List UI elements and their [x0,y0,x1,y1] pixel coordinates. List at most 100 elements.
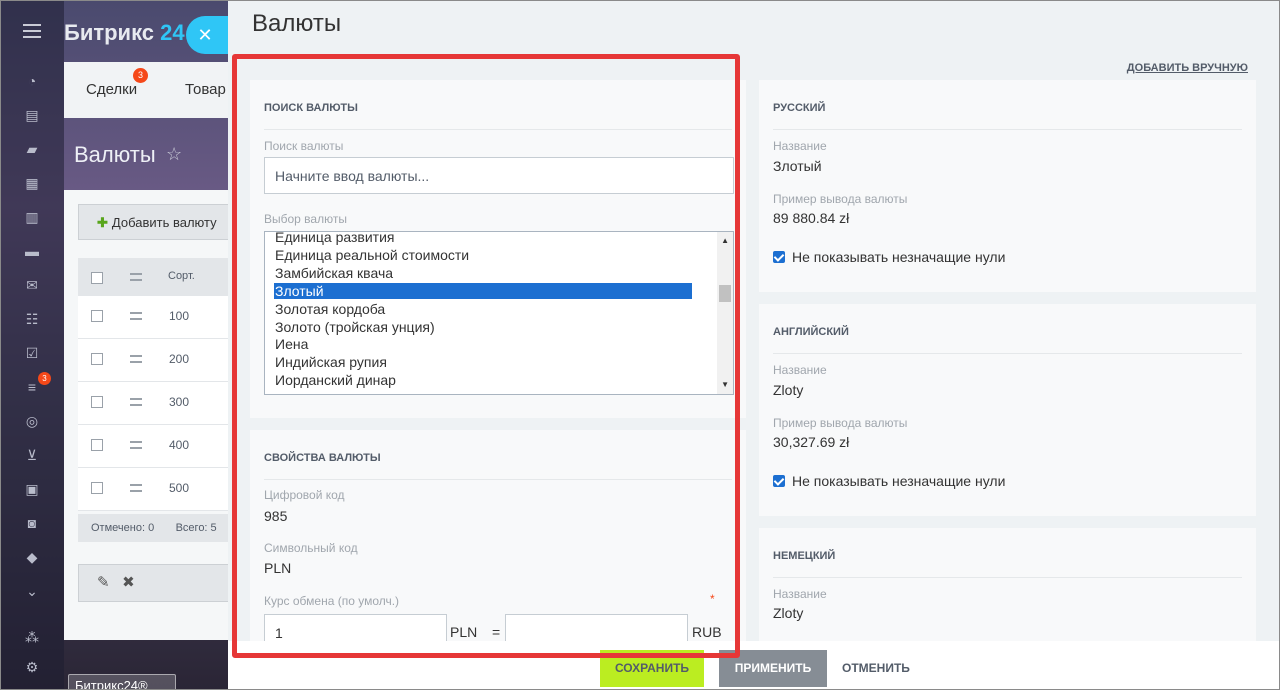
numeric-code-value: 985 [264,508,288,524]
lang-card-german: НЕМЕЦКИЙ Название Zloty [759,528,1256,648]
row-checkbox[interactable] [91,439,103,451]
lang-card-russian: РУССКИЙ Название Злотый Пример вывода ва… [759,80,1256,292]
table-row[interactable]: 300 [78,382,238,425]
row-checkbox[interactable] [91,353,103,365]
star-icon[interactable]: ☆ [166,144,182,165]
search-currency-card: ПОИСК ВАЛЮТЫ Поиск валюты Выбор валюты Е… [250,80,746,418]
feed-icon[interactable]: ◔ [24,74,40,88]
tasks-icon[interactable]: ▤ [24,108,40,122]
table-row[interactable]: 200 [78,339,238,382]
example-label: Пример вывода валюты [773,416,908,430]
close-slider-button[interactable]: ✕ [186,16,230,54]
equals-sign: = [492,624,501,640]
table-footer: Отмечено: 0 Всего: 5 [78,514,238,542]
rate-target-unit: RUB [692,624,722,640]
tab-deals[interactable]: Сделки [86,81,137,98]
lang-card-english: АНГЛИЙСКИЙ Название Zloty Пример вывода … [759,304,1256,516]
delete-icon[interactable]: ✖ [122,574,135,591]
list-item[interactable]: Золото (тройская унция) [275,319,435,335]
cancel-button[interactable]: ОТМЕНИТЬ [842,650,910,687]
lang-title: НЕМЕЦКИЙ [773,550,836,562]
calendar-icon[interactable]: ▦ [24,176,40,190]
row-menu-icon[interactable] [130,484,142,492]
table-row[interactable]: 400 [78,425,238,468]
sort-column-header[interactable]: Сорт. [168,270,195,282]
hide-zeros-checkbox[interactable] [773,475,785,487]
row-checkbox[interactable] [91,396,103,408]
select-label: Выбор валюты [264,212,347,226]
crm-icon[interactable]: ≡ [24,380,40,394]
symbol-code-label: Символьный код [264,541,358,555]
currency-select-list[interactable]: Единица развития Единица реальной стоимо… [264,231,734,395]
docs-icon[interactable]: ▥ [24,210,40,224]
apply-button[interactable]: ПРИМЕНИТЬ [719,650,827,687]
add-manually-link[interactable]: ДОБАВИТЬ ВРУЧНУЮ [1127,62,1248,74]
target-icon[interactable]: ◎ [24,414,40,428]
table-row[interactable]: 100 [78,296,238,339]
scroll-thumb[interactable] [719,285,731,302]
column-menu-icon[interactable] [130,273,142,281]
row-menu-icon[interactable] [130,355,142,363]
hide-zeros-label[interactable]: Не показывать незначащие нули [792,473,1005,489]
hide-zeros-checkbox[interactable] [773,251,785,263]
currency-properties-card: СВОЙСТВА ВАЛЮТЫ Цифровой код 985 Символь… [250,430,746,651]
plus-icon: ✚ [97,215,108,230]
lang-title: РУССКИЙ [773,102,826,114]
chevron-down-icon[interactable]: ⌄ [24,584,40,598]
example-value: 30,327.69 zł [773,434,850,450]
scroll-down-icon[interactable]: ▼ [721,380,729,389]
list-item[interactable]: Единица развития [275,232,394,245]
groups-icon[interactable]: ☷ [24,312,40,326]
shop-cart-icon[interactable]: ⊻ [24,448,40,462]
gear-icon[interactable]: ⚙ [24,660,40,674]
drive-icon[interactable]: ▬ [24,244,40,258]
row-menu-icon[interactable] [130,312,142,320]
footer-logo[interactable]: Битрикс24® [68,674,176,690]
scroll-up-icon[interactable]: ▲ [721,236,729,245]
sitemap-icon[interactable]: ⁂ [24,630,40,644]
name-value: Zloty [773,382,804,398]
table-row[interactable]: 500 [78,468,238,511]
required-mark: * [710,592,715,606]
list-scrollbar[interactable]: ▲ ▼ [717,232,733,394]
list-item[interactable]: Индийская рупия [275,354,387,370]
bg-page-title: Валюты [74,142,156,167]
crm-badge: 3 [38,372,51,385]
search-label: Поиск валюты [264,139,344,153]
list-item-selected[interactable]: Злотый [274,283,692,299]
action-toolbar: ✎ ✖ [78,564,238,602]
contact-card-icon[interactable]: ▣ [24,482,40,496]
mail-icon[interactable]: ✉ [24,278,40,292]
list-item[interactable]: Золотая кордоба [275,301,385,317]
hide-zeros-label[interactable]: Не показывать незначащие нули [792,249,1005,265]
props-card-title: СВОЙСТВА ВАЛЮТЫ [264,452,381,464]
box-icon[interactable]: ◆ [24,550,40,564]
currency-slider: Валюты ДОБАВИТЬ ВРУЧНУЮ ПОИСК ВАЛЮТЫ Пои… [228,0,1280,690]
list-item[interactable]: Иорданский динар [275,372,396,388]
robot-icon[interactable]: ◙ [24,516,40,530]
list-item[interactable]: Замбийская квача [275,265,393,281]
row-checkbox[interactable] [91,310,103,322]
list-item[interactable]: Единица реальной стоимости [275,247,469,263]
select-all-checkbox[interactable] [91,272,103,284]
chat-icon[interactable]: ▰ [24,142,40,156]
row-checkbox[interactable] [91,482,103,494]
hamburger-menu-icon[interactable] [23,24,41,38]
search-card-title: ПОИСК ВАЛЮТЫ [264,102,358,114]
symbol-code-value: PLN [264,560,292,576]
example-value: 89 880.84 zł [773,210,850,226]
tab-goods[interactable]: Товар [185,81,226,98]
list-item[interactable]: Иена [275,336,308,352]
marked-count: Отмечено: 0 [91,522,155,534]
rate-unit: PLN [450,624,478,640]
logo-number: 24 [160,20,185,45]
save-button[interactable]: СОХРАНИТЬ [600,650,704,687]
add-currency-button[interactable]: ✚ Добавить валюту [78,204,238,240]
row-menu-icon[interactable] [130,441,142,449]
row-menu-icon[interactable] [130,398,142,406]
pencil-icon[interactable]: ✎ [97,574,110,591]
table-header [78,258,238,296]
checklist-icon[interactable]: ☑ [24,346,40,360]
search-input[interactable] [264,157,734,194]
app-logo[interactable]: Битрикс 24 [64,20,185,46]
